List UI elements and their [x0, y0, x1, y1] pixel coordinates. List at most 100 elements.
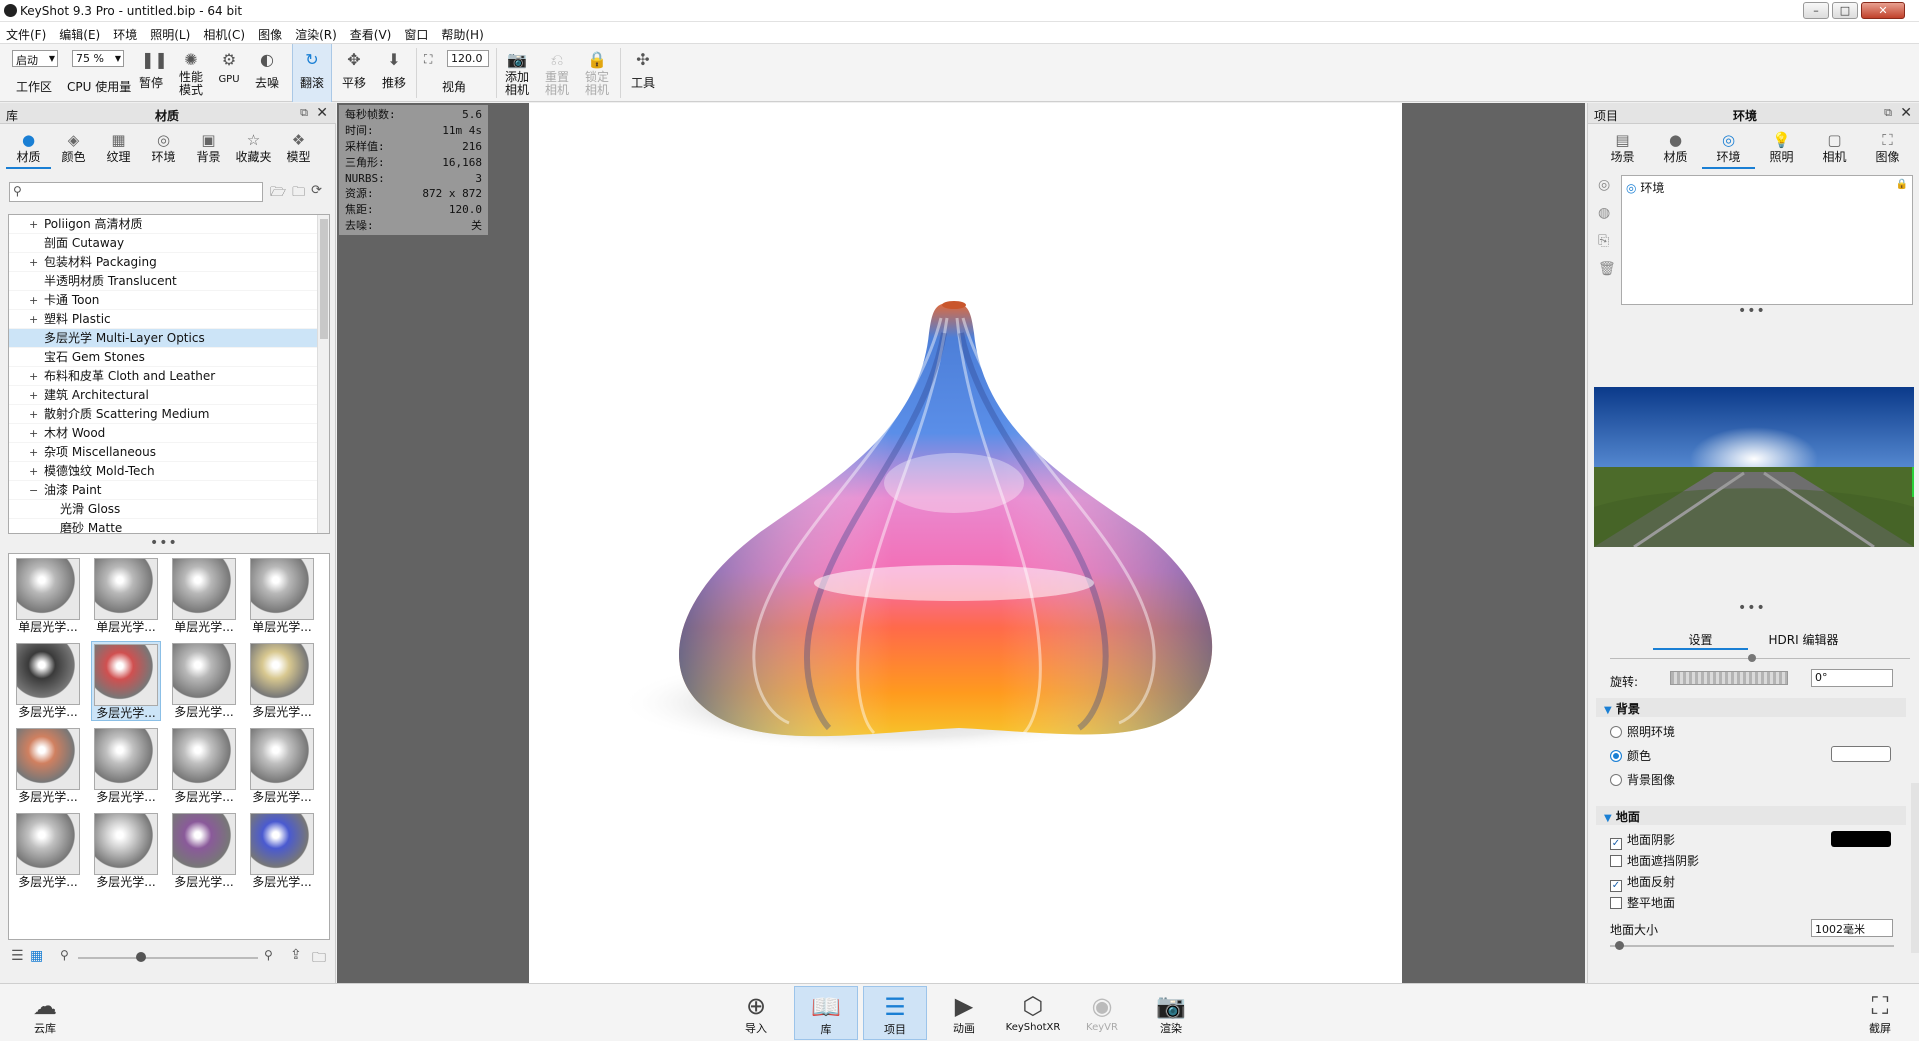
menu-camera[interactable]: 相机(C) [203, 22, 252, 43]
upload-icon[interactable]: ⇪ [290, 947, 302, 963]
material-thumbnail[interactable]: 多层光学... [91, 811, 161, 889]
tab-hdri-editor[interactable]: HDRI 编辑器 [1756, 631, 1851, 648]
checkbox[interactable]: ✓ [1610, 880, 1622, 892]
hdri-preview[interactable] [1594, 387, 1914, 547]
workspace-select[interactable]: 启动 ▼ [12, 50, 58, 67]
ground-reflections-checkbox[interactable]: ✓ 地面反射 [1610, 873, 1675, 892]
material-thumbnail[interactable]: 多层光学... [169, 811, 239, 889]
keyshotxr-button[interactable]: ⬡ KeyShotXR [1001, 986, 1065, 1040]
tab-settings[interactable]: 设置 [1653, 631, 1748, 650]
lock-camera-button[interactable]: 🔒 锁定 相机 [580, 44, 614, 102]
menu-file[interactable]: 文件(F) [6, 22, 53, 43]
menu-lighting[interactable]: 照明(L) [150, 22, 197, 43]
tree-item[interactable]: + Poliigon 高清材质 [9, 215, 329, 234]
material-thumbnail[interactable]: 多层光学... [247, 641, 317, 719]
background-color-swatch[interactable] [1831, 746, 1891, 762]
rotation-input[interactable]: 0° [1811, 669, 1893, 687]
tab-environments[interactable]: ◎ 环境 [141, 129, 186, 169]
pause-button[interactable]: ❚❚ 暂停 [134, 44, 168, 102]
material-thumbnail[interactable]: 单层光学... [247, 556, 317, 634]
menu-render[interactable]: 渲染(R) [295, 22, 344, 43]
flatten-ground-checkbox[interactable]: 整平地面 [1610, 894, 1675, 911]
tree-item[interactable]: + 包装材料 Packaging [9, 253, 329, 272]
undock-icon[interactable]: ⧉ [1884, 106, 1892, 120]
background-section-header[interactable]: ▼ 背景 [1596, 698, 1906, 717]
material-thumbnail[interactable]: 多层光学... [169, 641, 239, 719]
tree-item[interactable]: − 油漆 Paint [9, 481, 329, 500]
real-time-viewport[interactable]: 每秒帧数: 5.6 时间: 11m 4s 采样值: 216 三角形: 16,168 NU… [337, 103, 1585, 983]
undock-icon[interactable]: ⧉ [300, 106, 308, 120]
performance-mode-button[interactable]: ✺ 性能 模式 [174, 44, 208, 102]
material-thumbnail[interactable]: 多层光学... [169, 726, 239, 804]
bg-option-backplate[interactable]: 背景图像 [1610, 771, 1675, 788]
radio-button[interactable] [1610, 750, 1622, 762]
denoise-button[interactable]: ◐ 去噪 [250, 44, 284, 102]
zoom-out-icon[interactable]: ⚲ [60, 948, 69, 962]
pan-button[interactable]: ✥ 平移 [336, 44, 372, 102]
material-thumbnail[interactable]: 多层光学... [91, 641, 161, 721]
duplicate-environment-icon[interactable]: ◍ [1598, 205, 1616, 233]
refresh-icon[interactable]: ⟳ [311, 183, 322, 205]
menu-help[interactable]: 帮助(H) [441, 22, 490, 43]
menu-image[interactable]: 图像 [258, 22, 289, 43]
folder-icon[interactable]: 🗀 [312, 947, 326, 971]
render-canvas[interactable] [529, 103, 1402, 983]
ground-size-input[interactable]: 1002毫米 [1811, 919, 1893, 937]
material-thumbnail[interactable]: 多层光学... [13, 726, 83, 804]
tree-item[interactable]: 剖面 Cutaway [9, 234, 329, 253]
fov-input[interactable]: 120.0 [447, 50, 489, 67]
checkbox[interactable] [1610, 897, 1622, 909]
radio-button[interactable] [1610, 726, 1622, 738]
gpu-button[interactable]: ⚙ GPU [214, 44, 244, 102]
slider-handle[interactable] [1615, 941, 1624, 950]
keyvr-button[interactable]: ◉ KeyVR [1070, 986, 1134, 1040]
material-thumbnail[interactable]: 多层光学... [13, 811, 83, 889]
close-panel-icon[interactable]: ✕ [1900, 105, 1912, 121]
library-button[interactable]: 📖 库 [794, 986, 858, 1040]
checkbox[interactable] [1610, 855, 1622, 867]
tumble-button[interactable]: ↻ 翻滚 [292, 44, 332, 102]
tree-item[interactable]: + 散射介质 Scattering Medium [9, 405, 329, 424]
tab-favorites[interactable]: ☆ 收藏夹 [231, 129, 276, 169]
list-view-icon[interactable]: ☰ [11, 948, 24, 964]
zoom-in-icon[interactable]: ⚲ [264, 948, 273, 962]
material-thumbnail[interactable]: 多层光学... [247, 811, 317, 889]
material-thumbnail[interactable]: 多层光学... [91, 726, 161, 804]
library-search-input[interactable]: ⚲ [9, 182, 263, 202]
add-camera-button[interactable]: 📷 添加 相机 [500, 44, 534, 102]
shadow-color-swatch[interactable] [1831, 831, 1891, 847]
splitter-handle[interactable]: ••• [1738, 600, 1766, 616]
folder-import-icon[interactable]: 🗀 [292, 183, 305, 205]
bg-option-color[interactable]: 颜色 [1610, 747, 1651, 764]
checkbox[interactable]: ✓ [1610, 838, 1622, 850]
dolly-button[interactable]: ⬇ 推移 [376, 44, 412, 102]
tab-lighting[interactable]: 💡 照明 [1755, 129, 1808, 169]
cpu-usage-select[interactable]: 75 % ▼ [72, 50, 124, 67]
render-button[interactable]: 📷 渲染 [1139, 986, 1203, 1040]
material-thumbnail[interactable]: 多层光学... [247, 726, 317, 804]
tree-item-selected[interactable]: 多层光学 Multi-Layer Optics [9, 329, 329, 348]
tab-models[interactable]: ❖ 模型 [276, 129, 321, 169]
screenshot-button[interactable]: ⛶ 截屏 [1848, 986, 1912, 1040]
tree-item[interactable]: 光滑 Gloss [9, 500, 329, 519]
folder-open-icon[interactable]: 🗁 [270, 183, 286, 205]
tab-camera[interactable]: ▢ 相机 [1808, 129, 1861, 169]
tab-image[interactable]: ⛶ 图像 [1861, 129, 1914, 169]
menu-view[interactable]: 查看(V) [350, 22, 399, 43]
environment-item[interactable]: ◎ 环境 [1626, 179, 1664, 196]
animation-button[interactable]: ▶ 动画 [932, 986, 996, 1040]
grid-view-icon[interactable]: ▦ [30, 948, 43, 964]
project-button[interactable]: ☰ 项目 [863, 986, 927, 1040]
tree-item[interactable]: + 模德蚀纹 Mold-Tech [9, 462, 329, 481]
tree-item[interactable]: 磨砂 Matte [9, 519, 329, 533]
material-thumbnail[interactable]: 单层光学... [91, 556, 161, 634]
minimize-button[interactable]: – [1803, 2, 1829, 19]
tools-button[interactable]: ✣ 工具 [626, 44, 660, 102]
delete-icon[interactable]: 🗑 [1598, 261, 1616, 289]
import-button[interactable]: ⊕ 导入 [724, 986, 788, 1040]
slider-handle[interactable] [136, 952, 146, 962]
menu-window[interactable]: 窗口 [404, 22, 435, 43]
reset-camera-button[interactable]: ⎌ 重置 相机 [540, 44, 574, 102]
cloud-library-button[interactable]: ☁ 云库 [13, 986, 77, 1040]
add-environment-icon[interactable]: ◎ [1598, 177, 1616, 205]
